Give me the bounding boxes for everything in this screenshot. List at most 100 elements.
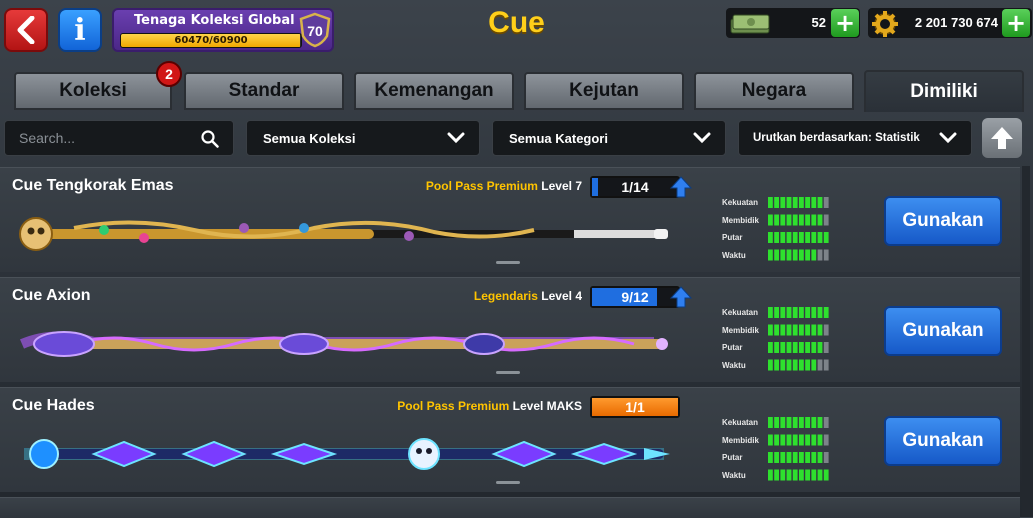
chevron-down-icon [939,132,957,144]
collection-dropdown[interactable]: Semua Koleksi [246,120,480,156]
cue-progress-text: 1/14 [621,179,649,195]
tab-kejutan[interactable]: Kejutan [524,72,684,110]
stat-segment [817,307,823,318]
upgrade-arrow-icon[interactable] [670,286,692,308]
stat-segment [780,232,786,243]
stat-segment [805,434,810,446]
plus-icon: + [834,9,856,37]
sort-dropdown[interactable]: Urutkan berdasarkan: Statistik [738,120,972,156]
stat-segment [768,359,773,371]
stat-segment [786,359,792,371]
stat-segment [792,249,798,261]
stat-segment [774,469,779,481]
stat-segment [823,214,829,226]
stat-label-waktu: Waktu [722,470,746,480]
cue-name: Cue Tengkorak Emas [12,177,174,194]
chevron-down-icon [693,132,711,144]
stat-segment [811,232,817,243]
stat-segment [768,232,773,243]
search-input[interactable]: Search... [4,120,234,156]
stat-segment [774,434,779,446]
stat-segment [768,197,773,208]
search-icon [201,130,219,148]
progress-fill [592,178,599,196]
stat-segment [780,249,786,261]
stat-segment [817,214,823,226]
cue-requirement: Pool Pass Premium Level 7 [360,179,582,193]
stat-segment [799,214,804,226]
stat-segment [786,307,792,318]
stat-segment [780,417,786,428]
stat-segment [792,307,798,318]
stat-segment [817,197,823,208]
stat-segment [799,452,804,463]
category-dropdown[interactable]: Semua Kategori [492,120,726,156]
stat-segment [792,452,798,463]
stat-segment [780,434,786,446]
tab-dimiliki[interactable]: Dimiliki [864,70,1024,112]
category-dropdown-value: Semua Kategori [509,130,608,146]
stat-label-kekuatan: Kekuatan [722,308,759,317]
stat-segment [811,249,817,261]
coin-value: 2 201 730 674 [914,15,998,30]
stat-label-putar: Putar [722,453,743,462]
cue-progress-text: 9/12 [621,289,649,305]
stat-segment [817,417,823,428]
cue-level: Level MAKS [512,399,582,413]
add-cash-button[interactable]: + [831,9,859,37]
stat-segment [811,307,817,318]
tab-negara[interactable]: Negara [694,72,854,110]
stat-segment [811,359,817,371]
stat-segment [786,324,792,336]
tab-kemenangan[interactable]: Kemenangan [354,72,514,110]
stat-segment [774,359,779,371]
tab-koleksi[interactable]: Koleksi [14,72,172,110]
stat-segment [817,434,823,446]
stat-segment [805,342,810,353]
stat-segment [811,197,817,208]
stat-segment [799,417,804,428]
stat-segment [817,232,823,243]
cue-row: Cue Tengkorak Emas Pool Pass Premium Lev… [0,167,1020,272]
stat-bars [768,197,829,261]
stat-segment [792,434,798,446]
stat-label-kekuatan: Kekuatan [722,198,759,207]
cash-value: 52 [811,15,826,30]
stat-segment [780,452,786,463]
use-cue-button[interactable]: Gunakan [884,416,1002,466]
stat-segment [817,324,823,336]
stat-segment [792,417,798,428]
stat-segment [817,452,823,463]
cue-row: Cue Hades Pool Pass Premium Level MAKS 1… [0,387,1020,492]
stat-segment [768,249,773,261]
stat-segment [792,197,798,208]
list-scrollbar[interactable] [1022,166,1030,516]
stat-segment [780,307,786,318]
use-cue-button[interactable]: Gunakan [884,306,1002,356]
use-cue-button[interactable]: Gunakan [884,196,1002,246]
chevron-down-icon [447,132,465,144]
sort-order-button[interactable] [982,118,1022,158]
stat-segment [774,232,779,243]
cue-image [19,331,668,357]
stat-segment [805,469,810,481]
tab-standar[interactable]: Standar [184,72,344,110]
cue-tier: Pool Pass Premium [425,179,538,193]
stat-segment [774,249,779,261]
stat-segment [823,469,829,481]
upgrade-arrow-icon[interactable] [670,176,692,198]
cue-name: Cue Hades [12,397,95,414]
arrow-up-icon [991,127,1013,149]
add-coins-button[interactable]: + [1002,9,1030,37]
stat-segment [786,342,792,353]
stat-segment [792,232,798,243]
stat-segment [799,434,804,446]
stat-segment [811,324,817,336]
stat-segment [768,469,773,481]
stat-segment [774,452,779,463]
collection-dropdown-value: Semua Koleksi [263,130,356,146]
stat-segment [817,342,823,353]
stat-segment [805,197,810,208]
stat-segment [805,452,810,463]
stat-segment [805,324,810,336]
